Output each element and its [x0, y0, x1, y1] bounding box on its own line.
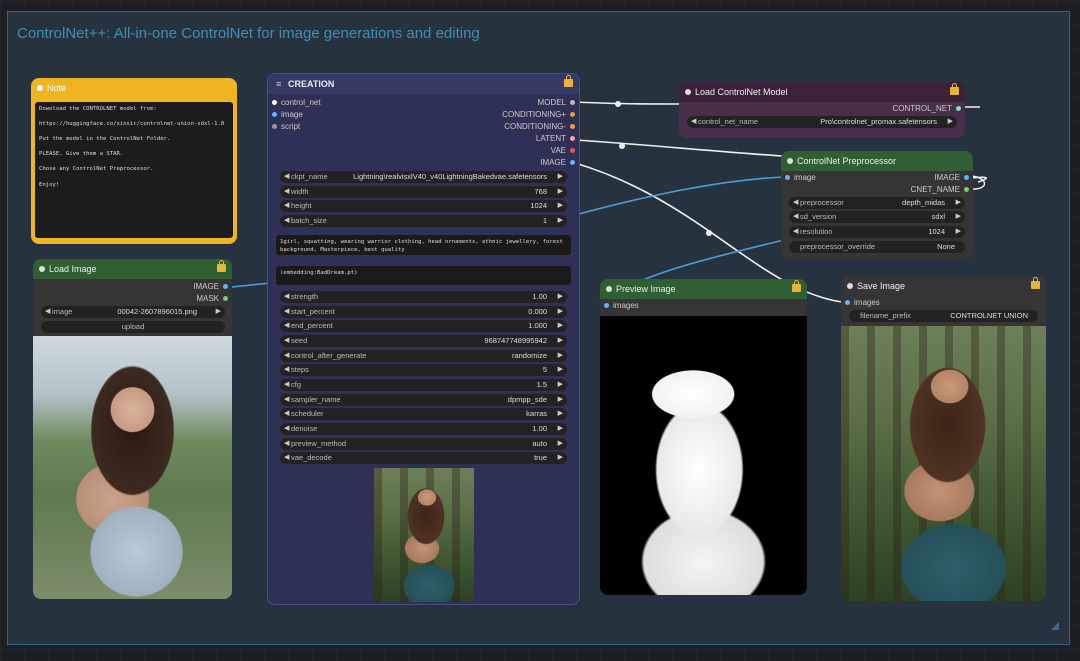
collapse-dot[interactable]	[37, 85, 43, 91]
scheduler-select[interactable]: ◀ scheduler karras ▶	[280, 408, 567, 420]
lock-icon[interactable]	[1031, 277, 1040, 289]
preview-image-node[interactable]: Preview Image images	[600, 279, 807, 595]
positive-prompt[interactable]: 1girl, squatting, wearing warrior clothi…	[276, 235, 571, 255]
output-mask[interactable]: MASK	[196, 294, 232, 303]
collapse-dot[interactable]	[787, 158, 793, 164]
cfg-field[interactable]: ◀ cfg 1.5 ▶	[280, 379, 567, 391]
input-control-net[interactable]: control_net	[268, 98, 321, 107]
filename-prefix-field[interactable]: filename_prefix CONTROLNET UNION	[849, 310, 1038, 322]
output-image[interactable]: IMAGE	[934, 173, 973, 182]
vae-decode-select[interactable]: ◀ vae_decode true ▶	[280, 452, 567, 464]
output-vae[interactable]: VAE	[551, 146, 579, 155]
load-controlnet-title: Load ControlNet Model	[695, 87, 788, 97]
lock-icon[interactable]	[950, 83, 959, 95]
seed-field[interactable]: ◀ seed 968747748995942 ▶	[280, 335, 567, 347]
preprocessor-node[interactable]: ControlNet Preprocessor image IMAGE CNET…	[781, 151, 973, 259]
input-images[interactable]: images	[600, 301, 639, 310]
note-line: Put the model in the ControlNet Folder.	[39, 136, 171, 143]
output-image[interactable]: IMAGE	[193, 282, 232, 291]
note-node[interactable]: Note Download the CONTROLNET model from:…	[31, 78, 237, 244]
note-line: Enjoy!	[39, 181, 60, 188]
creation-title: CREATION	[288, 79, 335, 89]
collapse-dot[interactable]	[847, 283, 853, 289]
sampler-name-select[interactable]: ◀ sampler_name dpmpp_sde ▶	[280, 394, 567, 406]
preview-title: Preview Image	[616, 284, 676, 294]
batch-size-field[interactable]: ◀ batch_size 1 ▶	[280, 215, 567, 227]
load-image-node[interactable]: Load Image IMAGE MASK ◀ image 00042-260789…	[33, 259, 232, 599]
group-title: ControlNet++: All-in-one ControlNet for …	[17, 25, 480, 42]
note-line: PLEASE, Give them a STAR.	[39, 151, 124, 158]
output-cnet-name[interactable]: CNET_NAME	[911, 185, 973, 194]
input-image[interactable]: image	[268, 110, 303, 119]
note-title: Note	[47, 83, 67, 93]
denoise-field[interactable]: ◀ denoise 1.00 ▶	[280, 423, 567, 435]
output-conditioning-pos[interactable]: CONDITIONING+	[502, 110, 579, 119]
depth-map-preview	[600, 316, 807, 595]
group-resize-handle[interactable]	[1051, 622, 1059, 630]
note-line: Download the CONTROLNET model from:	[39, 106, 157, 112]
height-field[interactable]: ◀ height 1024 ▶	[280, 200, 567, 212]
upload-button[interactable]: upload	[41, 321, 225, 333]
save-image-node[interactable]: Save Image images filename_prefix CONTROL…	[841, 276, 1046, 601]
lock-icon[interactable]	[564, 75, 573, 87]
preprocessor-select[interactable]: ◀ preprocessor depth_midas ▶	[789, 197, 965, 209]
output-model[interactable]: MODEL	[538, 98, 579, 107]
note-line: https://huggingface.co/xinsir/controlnet…	[39, 121, 225, 128]
output-control-net[interactable]: CONTROL_NET	[892, 104, 965, 113]
collapse-dot[interactable]	[606, 286, 612, 292]
steps-field[interactable]: ◀ steps 5 ▶	[280, 364, 567, 376]
input-image[interactable]: image	[781, 173, 816, 182]
preprocessor-override-field[interactable]: preprocessor_override None	[789, 241, 965, 253]
lock-icon[interactable]	[792, 280, 801, 292]
strength-field[interactable]: ◀ strength 1.00 ▶	[280, 291, 567, 303]
input-script[interactable]: script	[268, 122, 300, 131]
load-image-title: Load Image	[49, 264, 97, 274]
width-field[interactable]: ◀ width 768 ▶	[280, 186, 567, 198]
input-images[interactable]: images	[841, 298, 880, 307]
end-percent-field[interactable]: ◀ end_percent 1.000 ▶	[280, 320, 567, 332]
image-select[interactable]: ◀ image 00042-2607896015.png ▶	[41, 306, 225, 318]
collapse-dot[interactable]	[39, 266, 45, 272]
lock-icon[interactable]	[217, 260, 226, 272]
preprocessor-title: ControlNet Preprocessor	[797, 156, 897, 166]
negative-prompt[interactable]: (embedding:BadDream.pt)	[276, 266, 571, 285]
creation-node[interactable]: ≡ CREATION control_net image script MODEL…	[267, 73, 580, 605]
note-line: Chose any ControlNet Preprocessor.	[39, 166, 154, 173]
ckpt-name-select[interactable]: ◀ ckpt_name Lightning\realvisxlV40_v40Ligh…	[280, 171, 567, 183]
saved-image-preview	[841, 326, 1046, 601]
preview-method-select[interactable]: ◀ preview_method auto ▶	[280, 438, 567, 450]
load-controlnet-node[interactable]: Load ControlNet Model CONTROL_NET ◀ contr…	[679, 82, 965, 138]
control-net-name-select[interactable]: ◀ control_net_name Pro\controlnet_promax.s…	[687, 116, 957, 128]
creation-output-preview	[374, 468, 474, 602]
output-latent[interactable]: LATENT	[536, 134, 579, 143]
load-image-preview	[33, 336, 232, 599]
resolution-field[interactable]: ◀ resolution 1024 ▶	[789, 226, 965, 238]
output-conditioning-neg[interactable]: CONDITIONING-	[504, 122, 579, 131]
collapse-dot[interactable]	[685, 89, 691, 95]
output-image[interactable]: IMAGE	[540, 158, 579, 167]
sd-version-select[interactable]: ◀ sd_version sdxl ▶	[789, 211, 965, 223]
note-text[interactable]: Download the CONTROLNET model from: http…	[35, 102, 233, 238]
save-title: Save Image	[857, 281, 906, 291]
drag-handle-icon[interactable]: ≡	[276, 74, 281, 94]
control-after-generate-select[interactable]: ◀ control_after_generate randomize ▶	[280, 350, 567, 362]
start-percent-field[interactable]: ◀ start_percent 0.000 ▶	[280, 306, 567, 318]
